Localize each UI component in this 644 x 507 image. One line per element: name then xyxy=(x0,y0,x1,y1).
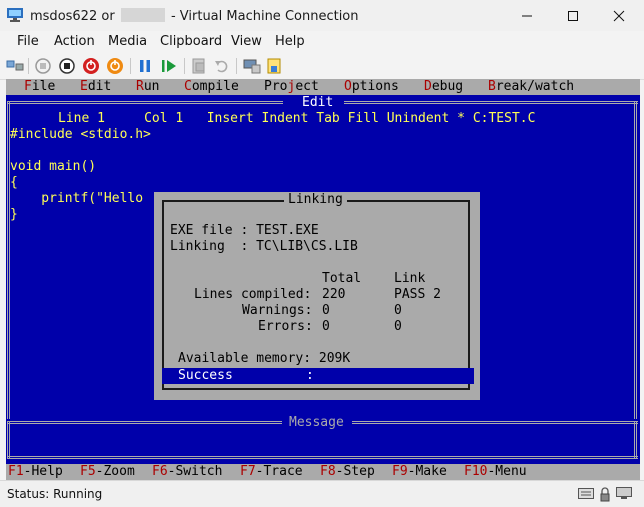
header-link: Link xyxy=(394,271,426,286)
code-line: } xyxy=(10,207,18,222)
row-link: 0 xyxy=(394,303,402,318)
row-link: 0 xyxy=(394,319,402,334)
dos-menu-item[interactable]: Compile xyxy=(184,79,239,95)
function-key-bar: F1-Help F5-Zoom F6-Switch F7-Trace F8-Step F9… xyxy=(6,464,640,480)
turbo-c-menu-bar: File Edit Run Compile Project Options Debug Bre… xyxy=(6,79,640,95)
title-bar: msdos622 or - Virtual Machine Connection xyxy=(0,0,644,31)
menu-action[interactable]: Action xyxy=(54,34,95,49)
checkpoint-icon[interactable] xyxy=(190,57,208,75)
minimize-button[interactable] xyxy=(504,0,550,31)
pause-icon[interactable] xyxy=(136,57,154,75)
toolbar xyxy=(0,53,644,80)
dos-menu-item[interactable]: Project xyxy=(264,79,319,95)
maximize-button[interactable] xyxy=(550,0,596,31)
function-key[interactable]: F10-Menu xyxy=(464,464,527,480)
menu-help[interactable]: Help xyxy=(275,34,305,49)
menu-file[interactable]: File xyxy=(17,34,39,49)
available-memory: Available memory: 209K xyxy=(178,351,351,366)
shut-down-icon[interactable] xyxy=(82,57,100,75)
close-icon xyxy=(613,10,625,22)
function-key[interactable]: F9-Make xyxy=(392,464,447,480)
screen-icon[interactable] xyxy=(616,487,632,500)
redacted-name xyxy=(120,8,165,22)
code-line: #include <stdio.h> xyxy=(10,127,151,142)
code-line: printf("Hello xyxy=(10,191,144,206)
dos-menu-item[interactable]: Edit xyxy=(80,79,111,95)
success-colon: : xyxy=(306,368,314,383)
code-line: { xyxy=(10,175,18,190)
edit-frame-left xyxy=(7,101,10,419)
status-text: Status: Running xyxy=(7,487,103,501)
function-key[interactable]: F6-Switch xyxy=(152,464,222,480)
toolbar-separator xyxy=(130,58,131,74)
menu-media[interactable]: Media xyxy=(108,34,147,49)
linking-line: Linking : TC\LIB\CS.LIB xyxy=(170,239,358,254)
save-icon[interactable] xyxy=(106,57,124,75)
virtual-machine-icon xyxy=(7,8,23,22)
menu-bar: File Action Media Clipboard View Help xyxy=(0,31,644,53)
lock-icon[interactable] xyxy=(600,487,610,502)
edit-frame-top-left xyxy=(8,101,283,104)
window-title-right: - Virtual Machine Connection xyxy=(170,9,359,24)
row-total: 220 xyxy=(322,287,346,302)
row-label: Warnings: xyxy=(242,303,313,318)
message-frame-left xyxy=(7,421,10,459)
window-title-left: msdos622 or xyxy=(30,9,115,24)
message-window-title: Message xyxy=(285,415,348,431)
message-frame-right xyxy=(634,421,637,459)
resume-icon[interactable] xyxy=(160,57,178,75)
maximize-icon xyxy=(568,11,578,21)
linking-dialog: Linking EXE file : TEST.EXE Linking : TC… xyxy=(154,192,480,400)
exe-file-line: EXE file : TEST.EXE xyxy=(170,223,319,238)
row-total: 0 xyxy=(322,319,330,334)
window-title: msdos622 or - Virtual Machine Connection xyxy=(30,8,359,24)
function-key[interactable]: F7-Trace xyxy=(240,464,303,480)
function-key[interactable]: F8-Step xyxy=(320,464,375,480)
row-label: Lines compiled: xyxy=(194,287,312,302)
status-bar: Status: Running xyxy=(0,480,644,507)
keyboard-icon[interactable] xyxy=(578,487,594,500)
edit-frame-right xyxy=(634,101,637,419)
message-frame-top-right xyxy=(352,421,638,424)
code-line: void main() xyxy=(10,159,97,174)
turn-off-icon[interactable] xyxy=(58,57,76,75)
dos-menu-item[interactable]: Options xyxy=(344,79,399,95)
toolbar-separator xyxy=(28,58,29,74)
menu-view[interactable]: View xyxy=(231,34,262,49)
dos-menu-item[interactable]: File xyxy=(24,79,55,95)
row-total: 0 xyxy=(322,303,330,318)
vm-screen[interactable]: File Edit Run Compile Project Options Debug Bre… xyxy=(6,79,640,480)
dos-menu-item[interactable]: Debug xyxy=(424,79,463,95)
message-frame-top-left xyxy=(8,421,282,424)
row-label: Errors: xyxy=(258,319,313,334)
function-key[interactable]: F5-Zoom xyxy=(80,464,135,480)
close-button[interactable] xyxy=(596,0,642,31)
editor-status-line: Line 1 Col 1 Insert Indent Tab Fill Unin… xyxy=(58,111,536,126)
function-key[interactable]: F1-Help xyxy=(8,464,63,480)
edit-frame-top-right xyxy=(344,101,638,104)
minimize-icon xyxy=(522,15,532,17)
message-frame-bottom xyxy=(8,456,638,459)
dos-menu-item[interactable]: Break/watch xyxy=(488,79,574,95)
toolbar-separator xyxy=(236,58,237,74)
start-icon[interactable] xyxy=(34,57,52,75)
dos-menu-item[interactable]: Run xyxy=(136,79,159,95)
revert-icon[interactable] xyxy=(213,57,231,75)
success-bar: Success : xyxy=(162,368,474,384)
share-icon[interactable] xyxy=(266,57,284,75)
dialog-title: Linking xyxy=(284,192,347,208)
header-total: Total xyxy=(322,271,362,286)
enhanced-session-icon[interactable] xyxy=(243,57,261,75)
ctrl-alt-del-icon[interactable] xyxy=(6,57,24,75)
toolbar-separator xyxy=(184,58,185,74)
menu-clipboard[interactable]: Clipboard xyxy=(160,34,222,49)
edit-window-title: Edit xyxy=(298,95,338,111)
success-label: Success xyxy=(178,368,233,383)
row-link: PASS 2 xyxy=(394,287,441,302)
